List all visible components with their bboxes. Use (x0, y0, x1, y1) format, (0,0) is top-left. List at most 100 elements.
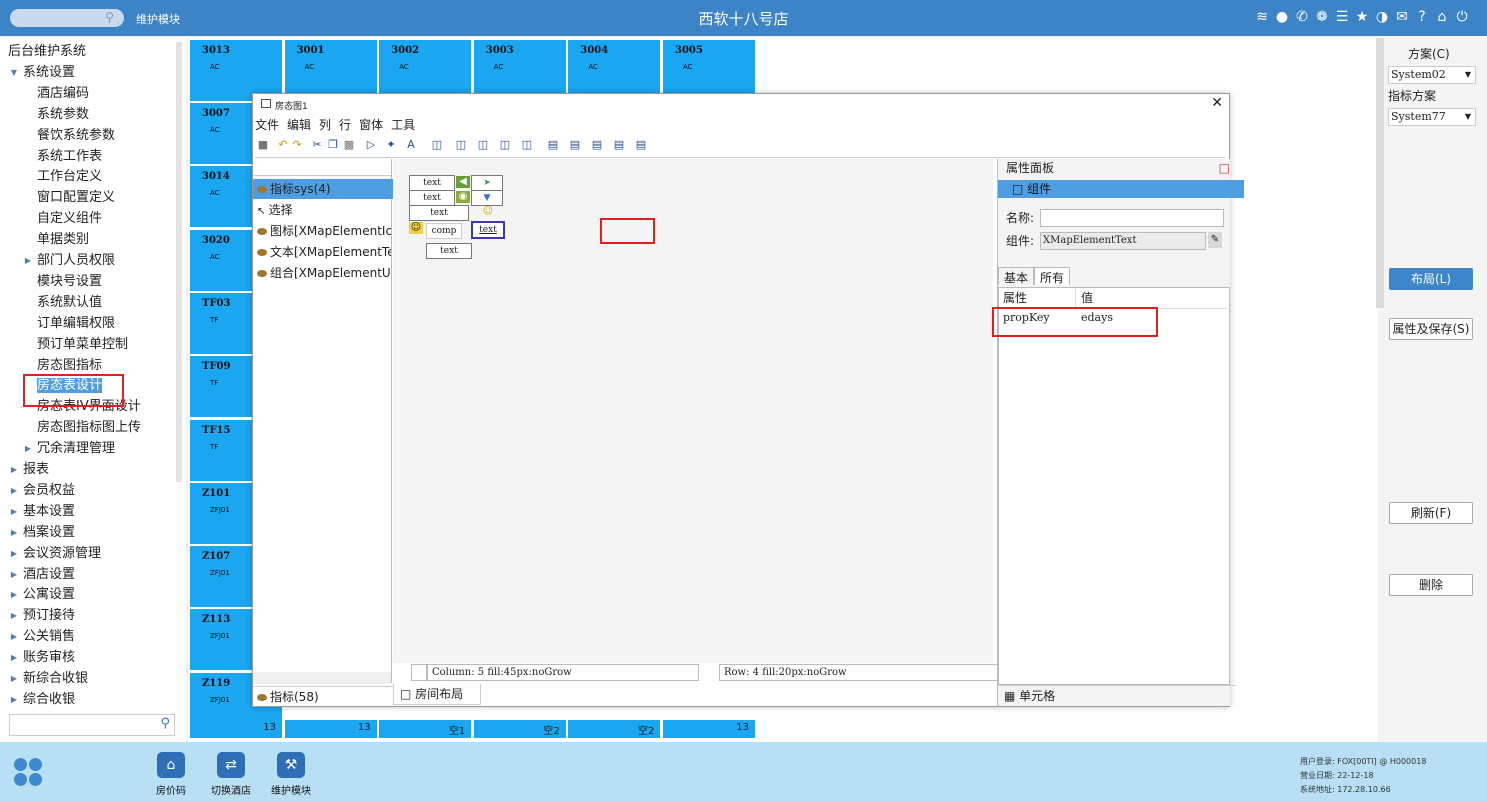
maintenance-button[interactable]: ⚒ 维护模块 (266, 752, 316, 797)
scheme-select[interactable]: System02 ▼ (1388, 66, 1476, 84)
cut-icon[interactable]: ✂ (309, 137, 325, 153)
mail-icon[interactable]: ✉ (1395, 8, 1409, 26)
grid-cell-text[interactable]: text (409, 190, 455, 206)
chevron-right-icon[interactable]: ▶ (23, 439, 33, 459)
sidebar-item[interactable]: 订单编辑权限 (37, 314, 115, 334)
redo-icon[interactable]: ↷ (289, 137, 305, 153)
smile-icon[interactable]: ☺ (481, 206, 495, 218)
palette-hscrollbar[interactable] (253, 672, 391, 684)
col-attr[interactable]: 属性 (999, 288, 1076, 309)
menu-edit[interactable]: 编辑 (287, 116, 311, 132)
play-icon[interactable]: ▷ (363, 137, 379, 153)
palette-item[interactable]: 文本[XMapElementText] (257, 242, 391, 262)
sidebar-item[interactable]: 房态图指标 (37, 356, 102, 376)
chevron-right-icon[interactable]: ▶ (9, 690, 19, 710)
palette-item[interactable]: 指标sys(4) (253, 179, 395, 199)
refresh-button[interactable]: 刷新(F) (1389, 502, 1473, 524)
chevron-right-icon[interactable]: ▶ (9, 460, 19, 480)
col-value[interactable]: 值 (1077, 288, 1227, 309)
magic-wand-icon[interactable]: ✦ (383, 137, 399, 153)
chevron-right-icon[interactable]: ▶ (9, 627, 19, 647)
delete-button[interactable]: 删除 (1389, 574, 1473, 596)
chevron-down-icon[interactable]: ▼ (9, 63, 19, 83)
sidebar-item[interactable]: 餐饮系统参数 (37, 126, 115, 146)
chevron-right-icon[interactable]: ▶ (9, 648, 19, 668)
grid-cell-text[interactable]: text (409, 175, 455, 191)
window-titlebar[interactable]: 房态图1 ✕ (253, 94, 1229, 116)
home-icon[interactable]: ⌂ (1435, 8, 1449, 26)
menu-window[interactable]: 窗体 (359, 116, 383, 132)
tab-all[interactable]: 所有 (1034, 267, 1071, 285)
grid-scrollbar[interactable] (1376, 38, 1384, 308)
help-icon[interactable]: ? (1415, 8, 1429, 26)
component-group[interactable]: □ 组件 (998, 180, 1244, 198)
pin-icon[interactable]: □ (1219, 159, 1230, 177)
sidebar-item[interactable]: ▼ 系统设置 (11, 63, 75, 83)
add-column-icon[interactable]: ◫ (453, 137, 469, 153)
chat-icon[interactable]: ● (1275, 8, 1289, 26)
sidebar-item[interactable]: ▶ 档案设置 (11, 523, 75, 543)
image-icon[interactable]: ◉ (456, 191, 470, 203)
palette-item[interactable]: ↖ 选择 (257, 200, 391, 220)
save-properties-button[interactable]: 属性及保存(S) (1389, 318, 1473, 340)
tab-basic[interactable]: 基本 (998, 267, 1035, 285)
chevron-right-icon[interactable]: ▶ (9, 544, 19, 564)
layout-button[interactable]: 布局(L) (1389, 268, 1473, 290)
sidebar-item[interactable]: ▶ 综合收银 (11, 690, 75, 710)
phone-icon[interactable]: ✆ (1295, 8, 1309, 26)
name-input[interactable] (1040, 209, 1224, 227)
stop-icon[interactable]: ■ (255, 137, 271, 153)
sidebar-item[interactable]: 自定义组件 (37, 209, 102, 229)
sidebar-item[interactable]: ▶ 报表 (11, 460, 49, 480)
insert-row-icon[interactable]: ▤ (545, 137, 561, 153)
grid-cell-text[interactable]: text (409, 205, 469, 221)
split-row-icon[interactable]: ▤ (589, 137, 605, 153)
chevron-right-icon[interactable]: ▶ (9, 606, 19, 626)
design-canvas[interactable]: text ◀ ➤ text ◉ ▼ text ☺ ☺ comp text tex… (393, 159, 993, 663)
sidebar-item[interactable]: ▶ 公关销售 (11, 627, 75, 647)
sidebar-item[interactable]: 后台维护系统 (8, 42, 86, 62)
sidebar-item[interactable]: ▶ 基本设置 (11, 502, 75, 522)
chevron-right-icon[interactable]: ▶ (23, 251, 33, 271)
menu-column[interactable]: 列 (319, 116, 331, 132)
palette-icon[interactable]: ❁ (1315, 8, 1329, 26)
sidebar-scrollbar[interactable] (176, 42, 182, 482)
sidebar-item[interactable]: ▶ 会员权益 (11, 481, 75, 501)
row-menu-icon[interactable]: ▤ (633, 137, 649, 153)
edit-icon[interactable]: ✎ (1208, 232, 1222, 248)
sidebar-item[interactable]: 模块号设置 (37, 272, 102, 292)
sidebar-item[interactable]: ▶ 酒店设置 (11, 565, 75, 585)
sidebar-search-input[interactable]: ⚲ (9, 714, 175, 736)
sidebar-item[interactable]: 酒店编码 (37, 84, 89, 104)
column-menu-icon[interactable]: ◫ (519, 137, 535, 153)
sidebar-item[interactable]: ▶ 部门人员权限 (25, 251, 115, 271)
contrast-icon[interactable]: ◑ (1375, 8, 1389, 26)
star-icon[interactable]: ★ (1355, 8, 1369, 26)
chevron-right-icon[interactable]: ▶ (9, 481, 19, 501)
index-scheme-select[interactable]: System77 ▼ (1388, 108, 1476, 126)
row-down-icon[interactable]: ▤ (611, 137, 627, 153)
power-icon[interactable]: ⏻ (1455, 8, 1469, 26)
menu-tools[interactable]: 工具 (391, 116, 415, 132)
menu-icon[interactable]: ☰ (1335, 8, 1349, 26)
search-icon[interactable]: ⚲ (105, 10, 114, 24)
sidebar-item[interactable]: 工作台定义 (37, 167, 102, 187)
grid-cell-text-selected[interactable]: text (471, 221, 505, 239)
switch-hotel-button[interactable]: ⇄ 切换酒店 (206, 752, 256, 797)
chevron-right-icon[interactable]: ▶ (9, 585, 19, 605)
grid-cell-icon[interactable]: ➤ (471, 175, 503, 191)
column-right-icon[interactable]: ◫ (497, 137, 513, 153)
sidebar-item[interactable]: ▶ 冗余清理管理 (25, 439, 115, 459)
room-rate-button[interactable]: ⌂ 房价码 (146, 752, 196, 797)
cell-footer[interactable]: ▦ 单元格 (998, 685, 1236, 706)
grid-cell-comp[interactable]: comp (426, 223, 462, 239)
add-row-icon[interactable]: ▤ (567, 137, 583, 153)
palette-item[interactable]: 组合[XMapElementUnit] (257, 263, 391, 283)
paste-icon[interactable]: ▩ (341, 137, 357, 153)
menu-file[interactable]: 文件 (255, 116, 279, 132)
sidebar-item[interactable]: 系统工作表 (37, 147, 102, 167)
grid-cell-icon[interactable]: ▼ (471, 190, 503, 206)
sidebar-item[interactable]: 系统默认值 (37, 293, 102, 313)
sidebar-item[interactable]: 窗口配置定义 (37, 188, 115, 208)
wifi-icon[interactable]: ≋ (1255, 8, 1269, 26)
